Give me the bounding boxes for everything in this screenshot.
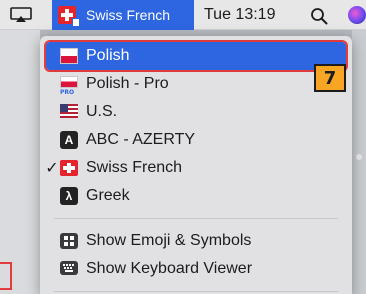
menu-item-label: Show Keyboard Viewer xyxy=(86,260,253,277)
menu-item-show-emoji-symbols[interactable]: Show Emoji & Symbols xyxy=(46,227,346,255)
menu-item-us[interactable]: U.S. xyxy=(46,98,346,126)
greek-key-icon: λ xyxy=(60,187,78,205)
search-icon[interactable] xyxy=(310,7,328,25)
step-number-badge: 7 xyxy=(314,64,346,92)
siri-icon[interactable] xyxy=(348,6,366,24)
polish-flag-icon xyxy=(60,48,78,64)
background-dot xyxy=(356,154,362,160)
input-source-dropdown: Polish PRO Polish - Pro U.S. A ABC - AZE… xyxy=(40,36,352,294)
us-flag-icon xyxy=(60,104,78,118)
pro-badge: PRO xyxy=(60,89,75,96)
menu-item-show-keyboard-viewer[interactable]: Show Keyboard Viewer xyxy=(46,255,346,283)
checkmark-icon: ✓ xyxy=(45,160,59,177)
menu-item-label: U.S. xyxy=(86,103,118,120)
background-window-left xyxy=(0,30,40,294)
menu-separator xyxy=(54,291,338,292)
annotation-marker xyxy=(0,262,12,290)
menu-item-label: Greek xyxy=(86,187,130,204)
swiss-flag-icon xyxy=(58,6,80,27)
background-window-right xyxy=(352,30,366,294)
abc-key-icon: A xyxy=(60,131,78,149)
emoji-symbols-icon xyxy=(60,233,78,249)
menu-item-label: Show Emoji & Symbols xyxy=(86,232,252,249)
polish-pro-flag-icon xyxy=(60,76,78,88)
input-source-label: Swiss French xyxy=(86,7,171,23)
menu-item-abc-azerty[interactable]: A ABC - AZERTY xyxy=(46,126,346,154)
menu-separator xyxy=(54,218,338,219)
menu-item-label: Swiss French xyxy=(86,159,183,176)
airplay-icon[interactable] xyxy=(10,7,32,23)
input-source-menu[interactable]: Swiss French xyxy=(52,0,194,30)
menu-item-label: Polish - Pro xyxy=(86,75,169,92)
menu-item-polish[interactable]: Polish xyxy=(44,40,348,72)
keyboard-viewer-icon xyxy=(60,261,78,275)
menu-item-label: ABC - AZERTY xyxy=(86,131,196,148)
menu-item-label: Polish xyxy=(86,47,130,64)
swiss-flag-icon xyxy=(60,160,78,176)
menu-item-swiss-french[interactable]: ✓ Swiss French xyxy=(45,154,346,182)
menu-bar: Swiss French Tue 13:19 xyxy=(0,0,366,30)
menubar-clock[interactable]: Tue 13:19 xyxy=(204,0,275,30)
menu-item-greek[interactable]: λ Greek xyxy=(46,182,346,210)
menu-item-polish-pro[interactable]: PRO Polish - Pro xyxy=(46,70,346,98)
